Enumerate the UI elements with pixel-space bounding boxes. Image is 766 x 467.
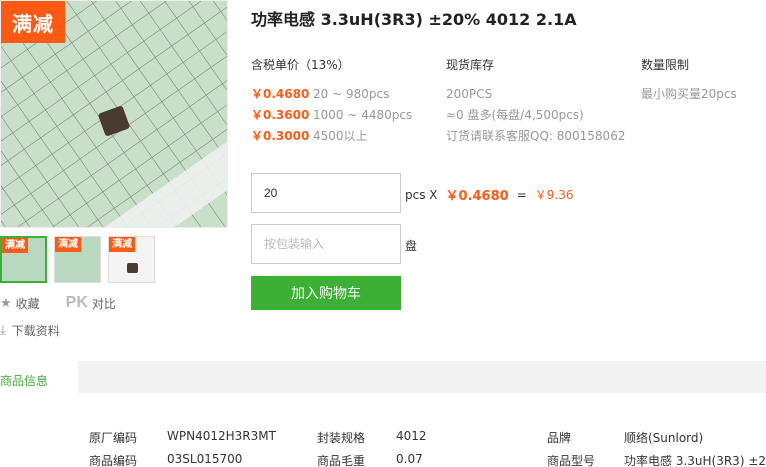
limit-header: 数量限制 <box>641 58 690 72</box>
tier-qty: 20 ~ 980pcs <box>313 86 390 101</box>
total-price: ￥9.36 <box>534 188 574 202</box>
product-main-image[interactable]: 满减 <box>0 0 228 228</box>
tier-qty: 4500以上 <box>313 129 368 143</box>
action-row: ★ 收藏 PK 对比 <box>0 294 116 312</box>
thumbnail-strip: 满减 满减 满减 <box>0 236 155 283</box>
thumbnail-badge: 满减 <box>109 237 135 252</box>
detail-tab-bar: 商品信息 <box>0 361 766 393</box>
compare-link[interactable]: 对比 <box>92 295 116 312</box>
pricing-header: 含税单价（13%） <box>251 58 350 72</box>
limit-column: 数量限制 最小购买量20pcs <box>641 56 737 104</box>
info-key: 商品毛重 <box>317 454 366 467</box>
min-order: 最小购买量20pcs <box>641 87 737 101</box>
quantity-input[interactable] <box>251 173 401 213</box>
info-value: 03SL015700 <box>167 452 243 466</box>
info-key: 商品编码 <box>89 454 138 467</box>
thumbnail-1[interactable]: 满减 <box>0 236 47 283</box>
stock-contact: 订货请联系客服QQ: 800158062 <box>446 129 626 143</box>
add-to-cart-button[interactable]: 加入购物车 <box>251 276 401 310</box>
info-value: WPN4012H3R3MT <box>167 429 276 443</box>
tier-qty: 1000 ~ 4480pcs <box>313 107 413 122</box>
price-tier: ￥0.3000 4500以上 <box>251 125 412 146</box>
component-icon <box>127 263 138 273</box>
unit-price: ￥0.4680 <box>445 189 509 204</box>
thumbnail-2[interactable]: 满减 <box>54 236 101 283</box>
thumbnail-badge: 满减 <box>2 238 28 253</box>
qty-unit: pcs X <box>405 187 438 202</box>
stock-header: 现货库存 <box>446 58 495 72</box>
stock-reels: ≈0 盘多(每盘/4,500pcs) <box>446 108 584 122</box>
tab-product-info[interactable]: 商品信息 <box>0 361 78 393</box>
pricing-column: 含税单价（13%） ￥0.4680 20 ~ 980pcs ￥0.3600 10… <box>251 56 412 146</box>
stock-column: 现货库存 200PCS ≈0 盘多(每盘/4,500pcs) 订货请联系客服QQ… <box>446 56 625 146</box>
price-calculation: pcs X ￥0.4680 = ￥9.36 <box>405 185 574 205</box>
download-link[interactable]: 下载资料 <box>12 322 60 339</box>
favorite-link[interactable]: 收藏 <box>16 295 40 312</box>
product-title: 功率电感 3.3uH(3R3) ±20% 4012 2.1A <box>251 10 577 29</box>
thumbnail-badge: 满减 <box>55 237 81 252</box>
info-value: 功率电感 3.3uH(3R3) ±20. <box>624 454 766 467</box>
star-icon[interactable]: ★ <box>0 296 12 311</box>
info-value: 4012 <box>396 429 427 443</box>
tier-price: ￥0.3000 <box>251 129 310 143</box>
equals-sign: = <box>516 187 527 202</box>
package-quantity-input[interactable] <box>251 224 401 264</box>
info-value: 顺络(Sunlord) <box>624 431 704 445</box>
info-key: 原厂编码 <box>89 431 138 445</box>
thumbnail-3[interactable]: 满减 <box>108 236 155 283</box>
info-key: 商品型号 <box>547 454 596 467</box>
price-tier: ￥0.4680 20 ~ 980pcs <box>251 83 412 104</box>
promo-badge: 满减 <box>1 1 65 43</box>
stock-count: 200PCS <box>446 86 493 101</box>
price-tier: ￥0.3600 1000 ~ 4480pcs <box>251 104 412 125</box>
info-key: 品牌 <box>547 431 572 445</box>
info-key: 封装规格 <box>317 431 366 445</box>
download-icon: ⤓ <box>0 323 6 338</box>
info-value: 0.07 <box>396 452 423 466</box>
package-unit: 盘 <box>405 239 418 253</box>
download-row[interactable]: ⤓ 下载资料 <box>0 322 60 339</box>
tier-price: ￥0.4680 <box>251 87 310 101</box>
pk-icon[interactable]: PK <box>66 294 88 312</box>
tier-price: ￥0.3600 <box>251 108 310 122</box>
